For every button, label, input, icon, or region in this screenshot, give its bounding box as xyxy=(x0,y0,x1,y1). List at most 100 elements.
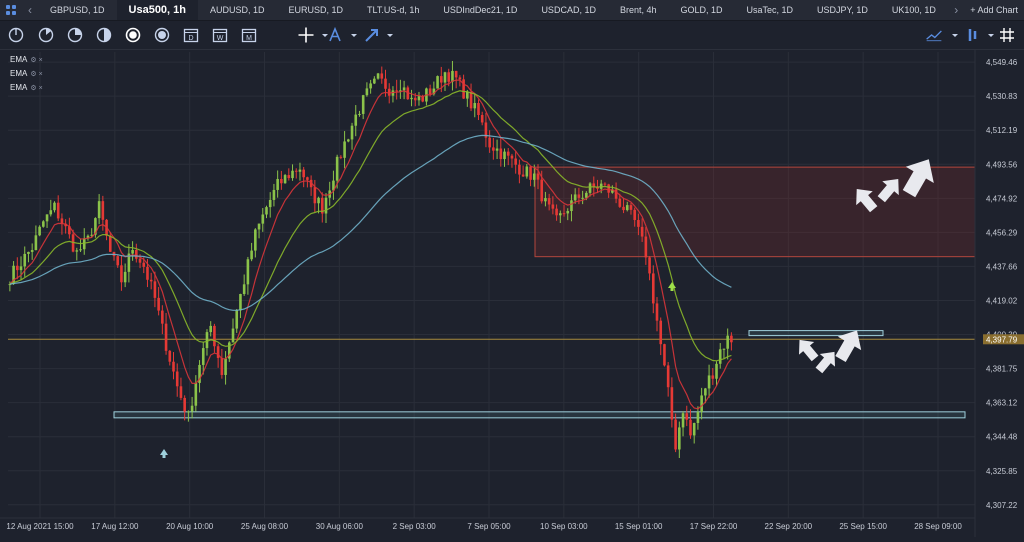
price-tick-label: 4,325.85 xyxy=(986,467,1018,476)
indicators-dropdown-icon[interactable] xyxy=(982,26,992,44)
tab-gold-1d[interactable]: GOLD, 1D xyxy=(668,0,734,20)
chart-type-icon[interactable] xyxy=(925,26,947,44)
price-tick-label: 4,363.12 xyxy=(986,399,1018,408)
circle-pie-icon[interactable] xyxy=(37,26,55,44)
candle-body xyxy=(477,103,480,115)
circle-ring-icon[interactable] xyxy=(153,26,171,44)
indicators-icon[interactable] xyxy=(964,26,982,44)
tab-eurusd-1d[interactable]: EURUSD, 1D xyxy=(277,0,356,20)
candle-body xyxy=(570,200,573,211)
price-tick-label: 4,307.22 xyxy=(986,501,1018,510)
candle-body xyxy=(511,156,514,159)
tab-usa500-1h[interactable]: Usa500, 1h xyxy=(117,0,198,20)
candle-body xyxy=(656,303,659,320)
time-tick-label: 17 Sep 22:00 xyxy=(690,522,738,531)
tab-usdcad-1d[interactable]: USDCAD, 1D xyxy=(529,0,608,20)
candle-body xyxy=(76,250,79,251)
candle-body xyxy=(258,224,261,230)
indicator-legend-ema-1[interactable]: EMA⚙ × xyxy=(10,55,70,64)
candle-body xyxy=(284,175,287,183)
candle-body xyxy=(261,215,264,224)
add-chart-button[interactable]: + Add Chart xyxy=(964,5,1024,15)
candle-body xyxy=(191,406,194,412)
candle-body xyxy=(429,88,432,94)
price-tick-label: 4,437.66 xyxy=(986,262,1018,271)
chart-type-dropdown-icon[interactable] xyxy=(946,26,956,44)
price-tick-label: 4,512.19 xyxy=(986,126,1018,135)
price-tick-label: 4,456.29 xyxy=(986,228,1018,237)
candle-body xyxy=(410,98,413,99)
circle-half-pie-icon[interactable] xyxy=(66,26,84,44)
marker-up-green-stem xyxy=(671,288,674,291)
candle-body xyxy=(578,194,581,197)
chart-canvas[interactable]: 4,549.464,530.834,512.194,493.564,474.92… xyxy=(0,50,1024,537)
time-tick-label: 15 Sep 01:00 xyxy=(615,522,663,531)
tab-audusd-1d[interactable]: AUDUSD, 1D xyxy=(198,0,277,20)
indicator-legend-ema-2[interactable]: EMA⚙ × xyxy=(10,69,70,78)
candle-body xyxy=(533,174,536,180)
candle-body xyxy=(239,294,242,310)
tab-usdinddec21-1d[interactable]: USDIndDec21, 1D xyxy=(431,0,529,20)
text-dropdown-icon[interactable] xyxy=(345,26,355,44)
candle-body xyxy=(663,344,666,365)
circle-half-icon[interactable] xyxy=(95,26,113,44)
arrow-dropdown-icon[interactable] xyxy=(381,26,391,44)
candle-body xyxy=(291,171,294,178)
candle-body xyxy=(459,77,462,79)
crosshair-icon[interactable] xyxy=(297,26,315,44)
candle-body xyxy=(522,175,525,177)
candle-body xyxy=(161,311,164,324)
calendar-m-icon[interactable]: M xyxy=(240,26,258,44)
candle-body xyxy=(336,157,339,181)
apps-grid-icon[interactable] xyxy=(0,0,22,20)
time-tick-label: 22 Sep 20:00 xyxy=(765,522,813,531)
candle-body xyxy=(369,83,372,88)
tab-uk100-1d[interactable]: UK100, 1D xyxy=(880,0,948,20)
price-chart[interactable]: 4,549.464,530.834,512.194,493.564,474.92… xyxy=(0,50,1024,537)
drawing-toolbar: D W M xyxy=(0,21,1024,50)
candle-body xyxy=(247,259,250,284)
candle-body xyxy=(340,157,343,158)
candle-body xyxy=(49,210,52,214)
candle-body xyxy=(146,267,149,280)
arrow-tool-icon[interactable] xyxy=(363,26,381,44)
candle-body xyxy=(224,359,227,375)
calendar-d-icon[interactable]: D xyxy=(182,26,200,44)
crosshair-dropdown-icon[interactable] xyxy=(316,26,326,44)
calendar-w-icon[interactable]: W xyxy=(211,26,229,44)
symbol-tabs: GBPUSD, 1DUsa500, 1hAUDUSD, 1DEURUSD, 1D… xyxy=(38,0,948,20)
tab-gbpusd-1d[interactable]: GBPUSD, 1D xyxy=(38,0,117,20)
annotation-arrow-4 xyxy=(792,334,823,365)
candle-body xyxy=(451,71,454,82)
candle-body xyxy=(23,254,26,266)
tabs-scroll-left-icon[interactable]: ‹ xyxy=(22,3,38,17)
circle-quarter-icon[interactable] xyxy=(7,26,25,44)
grid-toggle-icon[interactable] xyxy=(998,26,1016,44)
candle-body xyxy=(20,266,23,270)
tab-usdjpy-1d[interactable]: USDJPY, 1D xyxy=(805,0,880,20)
candle-body xyxy=(187,412,190,413)
candle-body xyxy=(172,362,175,372)
tab-tlt-us-d-1h[interactable]: TLT.US-d, 1h xyxy=(355,0,431,20)
indicator-legend-ema-3[interactable]: EMA⚙ × xyxy=(10,83,70,92)
candle-body xyxy=(574,194,577,200)
price-tick-label: 4,474.92 xyxy=(986,194,1018,203)
time-tick-label: 25 Sep 15:00 xyxy=(839,522,887,531)
candle-body xyxy=(496,149,499,151)
time-tick-label: 20 Aug 10:00 xyxy=(166,522,214,531)
tabs-scroll-right-icon[interactable]: › xyxy=(948,3,964,17)
candle-body xyxy=(637,220,640,227)
candle-body xyxy=(492,147,495,150)
tab-brent-4h[interactable]: Brent, 4h xyxy=(608,0,669,20)
svg-text:M: M xyxy=(246,35,252,42)
tab-usatec-1d[interactable]: UsaTec, 1D xyxy=(735,0,806,20)
circle-full-icon[interactable] xyxy=(124,26,142,44)
annotation-arrow-5 xyxy=(811,346,842,377)
candle-body xyxy=(418,96,421,100)
candle-body xyxy=(693,423,696,435)
text-tool-icon[interactable] xyxy=(326,26,344,44)
candle-body xyxy=(302,170,305,178)
candle-body xyxy=(53,203,56,211)
candle-body xyxy=(503,152,506,159)
candle-body xyxy=(447,72,450,82)
